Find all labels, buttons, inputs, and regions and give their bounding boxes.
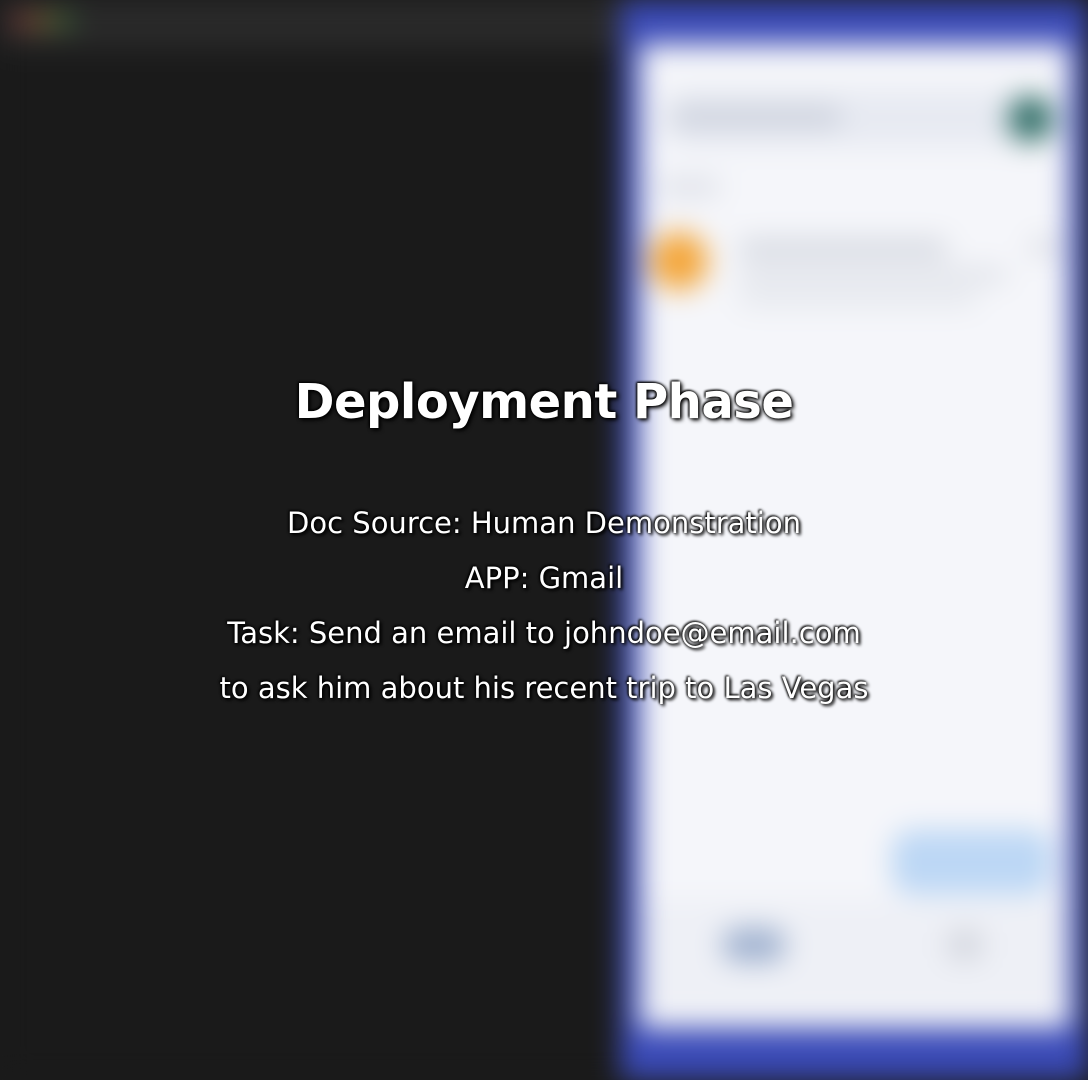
phase-title: Deployment Phase bbox=[294, 374, 794, 430]
video-frame: Deployment Phase Doc Source: Human Demon… bbox=[0, 0, 1088, 1080]
task-text-line-1: Task: Send an email to johndoe@email.com bbox=[227, 616, 861, 650]
task-text-line-2: to ask him about his recent trip to Las … bbox=[219, 671, 869, 705]
task-info: Doc Source: Human Demonstration APP: Gma… bbox=[0, 496, 1088, 716]
app-name-text: APP: Gmail bbox=[464, 561, 624, 595]
doc-source-text: Doc Source: Human Demonstration bbox=[287, 506, 801, 540]
caption-overlay: Deployment Phase Doc Source: Human Demon… bbox=[0, 0, 1088, 1080]
